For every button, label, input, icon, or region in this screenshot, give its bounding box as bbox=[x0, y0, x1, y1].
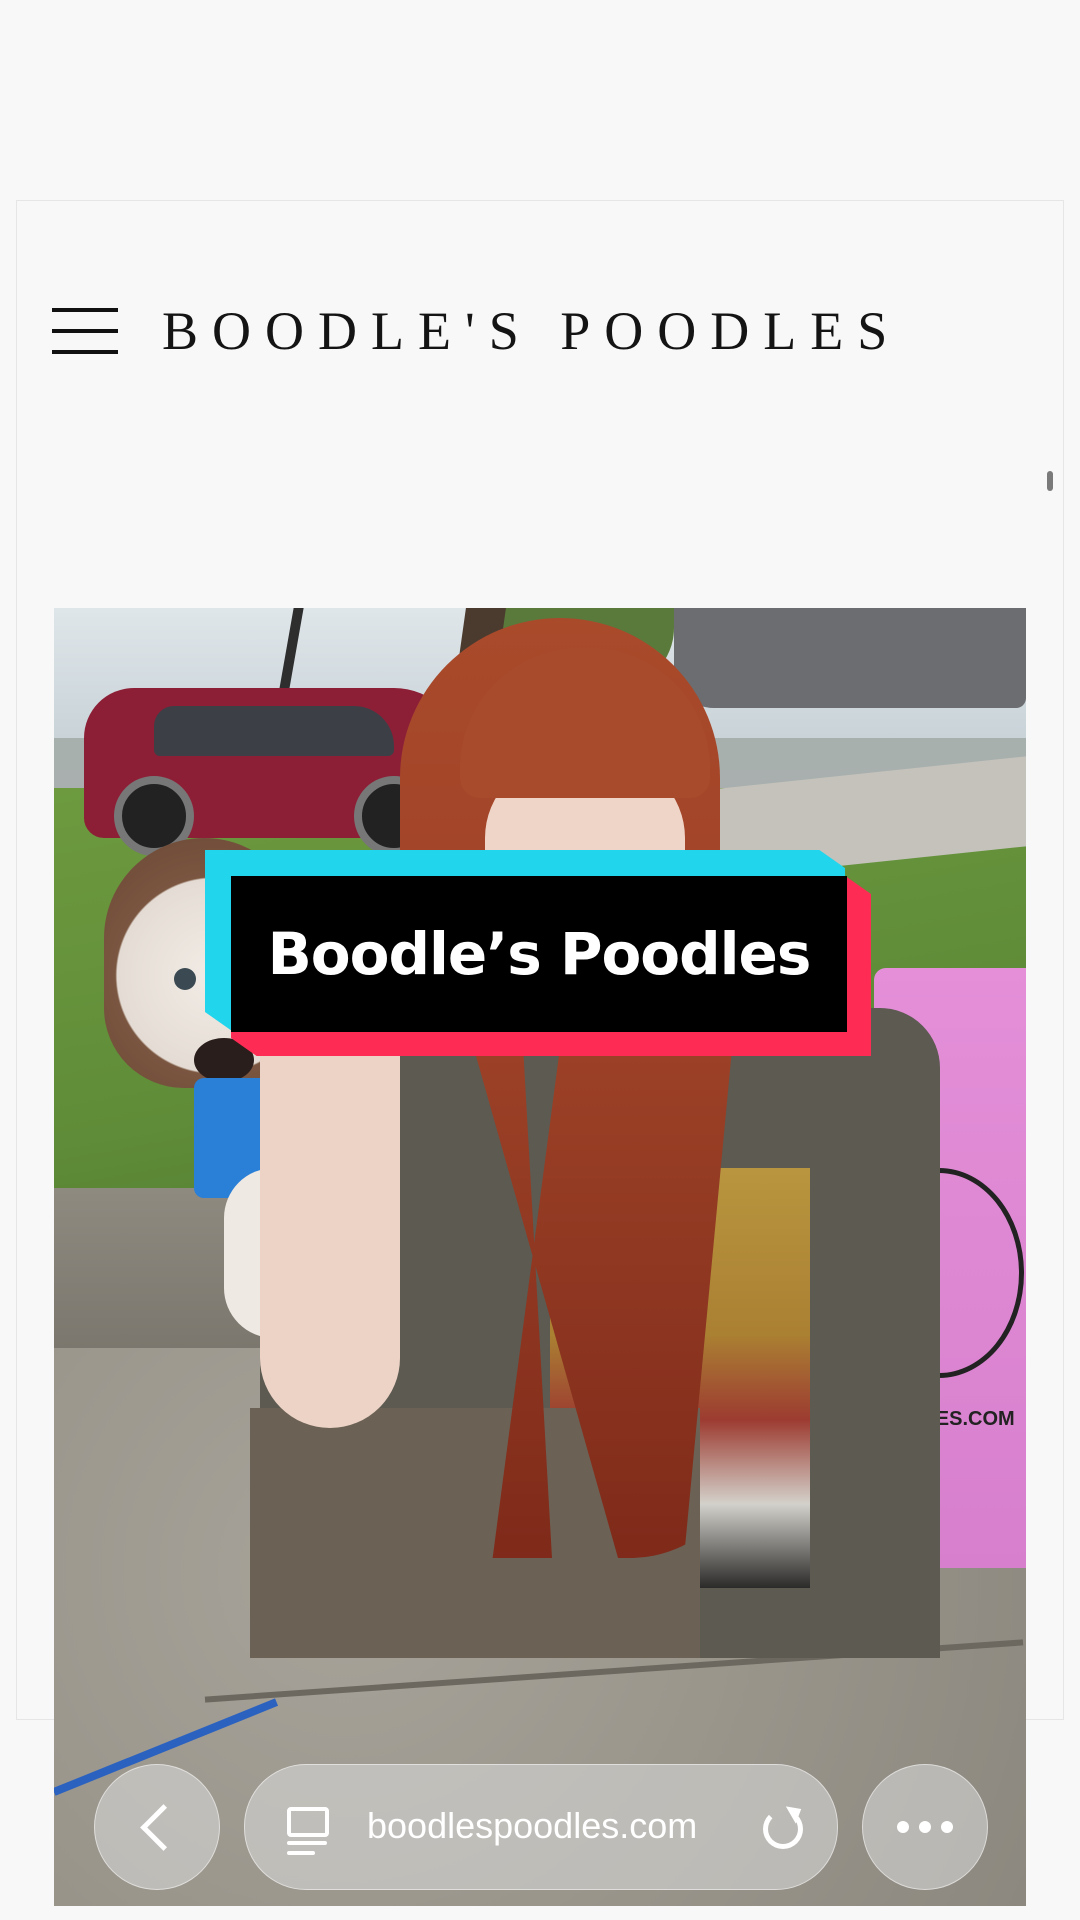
caption-text: Boodle’s Poodles bbox=[267, 920, 812, 988]
address-bar[interactable]: boodlespoodles.com bbox=[244, 1764, 838, 1890]
url-text[interactable]: boodlespoodles.com bbox=[367, 1805, 697, 1847]
video-photo: RD ES 1345 OODLES.COM bbox=[54, 608, 1026, 1906]
site-title[interactable]: BOODLE'S POODLES bbox=[162, 300, 901, 362]
page-info-icon[interactable] bbox=[287, 1807, 329, 1855]
page: BOODLE'S POODLES RD ES 1345 bbox=[0, 0, 1080, 1920]
caption-sticker: Boodle’s Poodles bbox=[205, 850, 871, 1056]
reload-icon[interactable] bbox=[763, 1809, 803, 1849]
scrollbar-thumb[interactable] bbox=[1047, 471, 1053, 491]
more-dots-icon bbox=[897, 1821, 953, 1833]
browser-toolbar: boodlespoodles.com bbox=[0, 1756, 1080, 1896]
creator-person bbox=[250, 608, 950, 1658]
more-button[interactable] bbox=[862, 1764, 988, 1890]
back-button[interactable] bbox=[94, 1764, 220, 1890]
site-header: BOODLE'S POODLES bbox=[52, 296, 952, 366]
chevron-left-icon bbox=[139, 1803, 187, 1851]
hamburger-menu-icon[interactable] bbox=[52, 308, 118, 354]
